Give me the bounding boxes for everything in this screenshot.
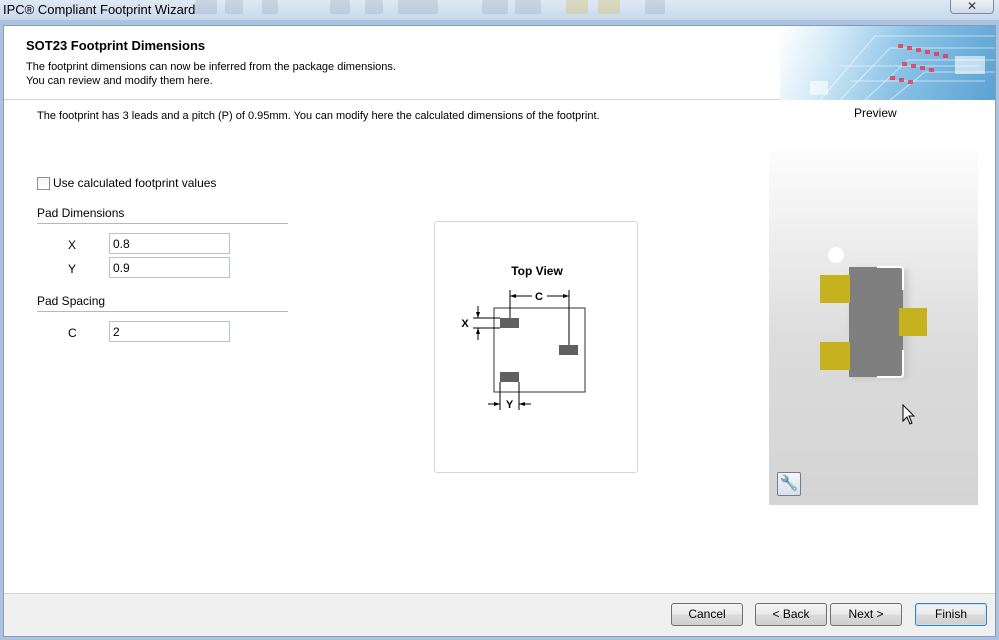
- background-toolbar-icon: [566, 0, 588, 14]
- intro-text: The footprint has 3 leads and a pitch (P…: [37, 110, 600, 122]
- pad-x-label: X: [68, 238, 77, 252]
- wizard-footer: Cancel < Back Next > Finish: [4, 593, 995, 636]
- preview-pad-3: [899, 308, 927, 336]
- close-button[interactable]: ✕: [950, 0, 994, 14]
- background-toolbar-icon: [398, 0, 438, 14]
- background-toolbar-icon: [645, 0, 665, 14]
- pad-spacing-heading: Pad Spacing: [37, 294, 288, 312]
- pin1-marker: [828, 247, 844, 263]
- next-button[interactable]: Next >: [830, 603, 902, 626]
- finish-button[interactable]: Finish: [915, 603, 987, 626]
- background-toolbar-icon: [330, 0, 350, 14]
- diagram-pad-1: [500, 318, 519, 328]
- pad-x-input[interactable]: 0.8: [109, 233, 230, 254]
- diagram-x-label: X: [461, 318, 469, 330]
- wrench-icon: 🔧: [779, 475, 799, 492]
- footprint-preview[interactable]: 🔧: [769, 141, 978, 505]
- background-toolbar-icon: [225, 0, 243, 14]
- use-calculated-checkbox[interactable]: [37, 176, 50, 190]
- preview-label: Preview: [854, 106, 897, 120]
- pad-y-label: Y: [68, 262, 77, 276]
- pad-c-label: C: [68, 326, 77, 340]
- background-toolbar-icon: [262, 0, 278, 14]
- page-description: The footprint dimensions can now be infe…: [26, 61, 396, 87]
- diagram-y-label: Y: [506, 399, 514, 411]
- diagram-pad-3: [559, 345, 578, 355]
- title-bar: IPC® Compliant Footprint Wizard ✕: [0, 0, 999, 20]
- diagram-pad-2: [500, 372, 519, 382]
- diagram-c-label: C: [535, 291, 543, 303]
- use-calculated-row[interactable]: Use calculated footprint values: [37, 176, 216, 190]
- background-toolbar-icon: [482, 0, 508, 14]
- pad-c-input[interactable]: 2: [109, 321, 230, 342]
- back-button[interactable]: < Back: [755, 603, 827, 626]
- background-toolbar-icon: [195, 0, 217, 14]
- preview-pad-1: [820, 275, 850, 303]
- mouse-cursor-icon: [902, 404, 916, 425]
- background-toolbar-icon: [515, 0, 541, 14]
- close-icon: ✕: [966, 0, 978, 13]
- pad-dimensions-heading: Pad Dimensions: [37, 206, 288, 224]
- background-toolbar-icon: [365, 0, 383, 14]
- use-calculated-label[interactable]: Use calculated footprint values: [53, 176, 216, 190]
- background-toolbar-icon: [598, 0, 620, 14]
- wizard-header: SOT23 Footprint Dimensions The footprint…: [4, 26, 995, 100]
- wizard-window: SOT23 Footprint Dimensions The footprint…: [3, 25, 996, 637]
- cancel-button[interactable]: Cancel: [671, 603, 743, 626]
- preview-body: [849, 267, 903, 377]
- preview-settings-button[interactable]: 🔧: [777, 472, 801, 496]
- window-title: IPC® Compliant Footprint Wizard: [3, 2, 196, 17]
- diagram-title: Top View: [511, 264, 563, 278]
- header-banner-image: [780, 26, 995, 100]
- preview-pad-2: [820, 342, 850, 370]
- page-title: SOT23 Footprint Dimensions: [26, 38, 206, 53]
- pad-y-input[interactable]: 0.9: [109, 257, 230, 278]
- main-content: The footprint has 3 leads and a pitch (P…: [4, 101, 995, 593]
- dimension-diagram: Top View C X Y: [434, 221, 638, 473]
